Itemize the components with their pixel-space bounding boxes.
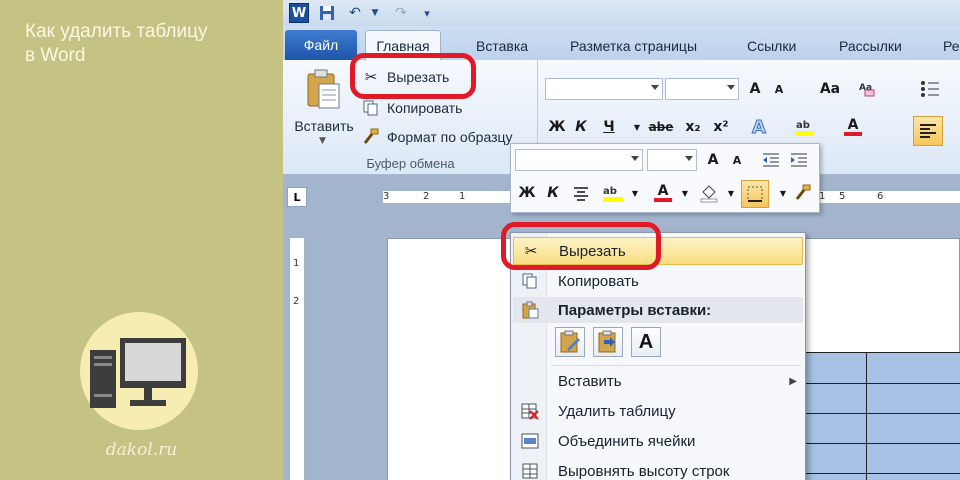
chevron-down-icon[interactable]: ▼ (673, 182, 697, 204)
chevron-down-icon (631, 156, 639, 161)
save-icon[interactable] (317, 3, 337, 23)
mini-italic-button[interactable]: К (541, 182, 565, 204)
copy-button[interactable]: Копировать (361, 97, 462, 119)
paste-dropdown-icon[interactable]: ▼ (319, 136, 326, 146)
font-size-combo[interactable] (665, 78, 739, 100)
borders-icon[interactable] (741, 180, 769, 208)
brand-panel: Как удалить таблицу в Word dakol.ru (0, 0, 283, 480)
paste-merge-formatting-icon[interactable] (593, 327, 623, 357)
paste-button[interactable]: Вставить (289, 118, 359, 134)
menu-item-insert[interactable]: Вставить ▶ (513, 367, 803, 395)
grow-font-button[interactable]: A (743, 78, 767, 100)
bold-button[interactable]: Ж (545, 116, 569, 138)
mini-font-color-button[interactable]: A (651, 182, 675, 204)
clipboard-group-label: Буфер обмена (366, 156, 455, 171)
shading-icon[interactable] (697, 182, 721, 204)
svg-text:ab: ab (796, 120, 810, 131)
article-title: Как удалить таблицу в Word (25, 21, 208, 66)
mini-highlight-icon[interactable]: ab (601, 182, 625, 204)
format-painter-button[interactable]: Формат по образцу (361, 126, 513, 148)
tab-insert[interactable]: Вставка (476, 34, 528, 60)
font-color-button[interactable]: A (841, 116, 865, 138)
tab-mailings[interactable]: Рассылки (839, 34, 902, 60)
menu-item-delete-table[interactable]: Удалить таблицу (513, 397, 803, 425)
chevron-down-icon[interactable]: ▼ (719, 182, 743, 204)
chevron-down-icon (727, 85, 735, 90)
superscript-button[interactable]: x² (709, 116, 733, 138)
highlight-ring-ribbon-cut (350, 53, 476, 99)
chevron-down-icon[interactable]: ▼ (623, 182, 647, 204)
undo-dropdown-icon[interactable]: ▼ (365, 3, 385, 23)
chevron-down-icon (651, 85, 659, 90)
mini-size-combo[interactable] (647, 149, 697, 171)
clear-formatting-icon[interactable]: Aa (855, 78, 879, 100)
increase-indent-icon[interactable] (787, 149, 811, 171)
menu-item-merge-cells[interactable]: Объединить ячейки (513, 427, 803, 455)
submenu-arrow-icon: ▶ (789, 375, 797, 387)
menu-item-copy[interactable]: Копировать (513, 267, 803, 295)
shrink-font-button[interactable]: A (767, 78, 791, 100)
format-painter-icon (361, 127, 381, 147)
paste-text-only-icon[interactable]: A (631, 327, 661, 357)
vertical-ruler[interactable]: 1 2 (289, 238, 305, 480)
word-app-icon[interactable]: W (289, 3, 309, 23)
underline-button[interactable]: Ч (597, 116, 621, 138)
text-effects-icon[interactable]: A (747, 116, 771, 138)
mini-bold-button[interactable]: Ж (515, 182, 539, 204)
mini-format-painter-icon[interactable] (791, 182, 815, 204)
strikethrough-button[interactable]: abe (645, 116, 677, 138)
italic-button[interactable]: К (569, 116, 593, 138)
tab-review[interactable]: Ре (943, 34, 960, 60)
clipboard-icon (519, 299, 541, 321)
customize-qat-icon[interactable]: ▾ (417, 3, 437, 23)
copy-icon (519, 270, 541, 292)
redo-icon[interactable]: ↷ (391, 3, 411, 23)
site-name: dakol.ru (105, 440, 178, 460)
font-name-combo[interactable] (545, 78, 663, 100)
undo-icon[interactable]: ↶ (345, 3, 365, 23)
svg-text:ab: ab (603, 186, 617, 197)
format-painter-label: Формат по образцу (387, 129, 513, 145)
mini-shrink-font-button[interactable]: A (725, 149, 749, 171)
highlight-ring-menu-cut (501, 222, 661, 270)
highlight-icon[interactable]: ab (793, 116, 817, 138)
distribute-rows-icon (519, 460, 541, 480)
copy-label: Копировать (387, 100, 463, 116)
align-left-button[interactable] (913, 116, 943, 146)
tab-page-layout[interactable]: Разметка страницы (570, 34, 697, 60)
decrease-indent-icon[interactable] (759, 149, 783, 171)
tab-selector-icon[interactable]: L (287, 187, 307, 207)
paste-keep-formatting-icon[interactable] (555, 327, 585, 357)
menu-paste-options-header: Параметры вставки: (513, 297, 803, 323)
mini-grow-font-button[interactable]: A (701, 149, 725, 171)
mini-center-icon[interactable] (569, 182, 593, 204)
tab-references[interactable]: Ссылки (747, 34, 796, 60)
tab-file[interactable]: Файл (285, 30, 357, 60)
paste-icon[interactable] (305, 68, 341, 110)
copy-icon (361, 98, 381, 118)
subscript-button[interactable]: x₂ (681, 116, 705, 138)
computer-logo-icon (80, 312, 198, 430)
quick-access-toolbar: W ↶ ▼ ↷ ▾ (283, 0, 960, 26)
merge-cells-icon (519, 430, 541, 452)
mini-toolbar: A A Ж К ab ▼ A ▼ ▼ ▼ (510, 143, 820, 213)
chevron-down-icon (685, 156, 693, 161)
mini-font-combo[interactable] (515, 149, 643, 171)
change-case-button[interactable]: Aa (813, 78, 847, 100)
word-window: W ↶ ▼ ↷ ▾ Файл Главная Вставка Разметка … (283, 0, 960, 480)
menu-item-distribute-rows[interactable]: Выровнять высоту строк (513, 457, 803, 480)
delete-table-icon (519, 400, 541, 422)
bullets-icon[interactable] (919, 78, 949, 100)
